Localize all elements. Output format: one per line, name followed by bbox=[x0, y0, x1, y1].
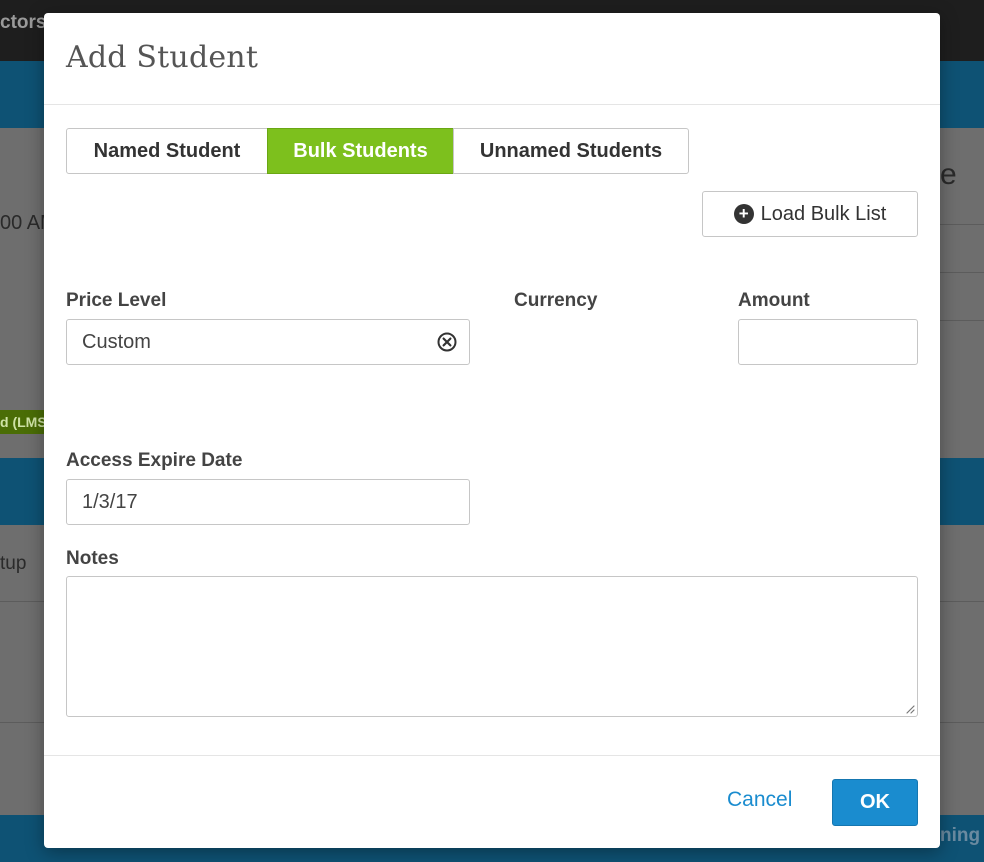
status-badge: d (LMS) bbox=[0, 410, 44, 434]
dialog-footer: Cancel OK bbox=[44, 755, 940, 849]
access-expire-date-value: 1/3/17 bbox=[82, 490, 138, 513]
load-bulk-list-label: Load Bulk List bbox=[760, 202, 887, 225]
footer-text: ning bbox=[940, 825, 981, 846]
setup-text: tup bbox=[0, 553, 27, 574]
divider bbox=[940, 272, 984, 273]
divider bbox=[940, 224, 984, 225]
dialog-title: Add Student bbox=[66, 40, 259, 75]
notes-label: Notes bbox=[66, 548, 119, 569]
nav-item-text: ctors bbox=[0, 12, 47, 33]
price-level-select[interactable]: Custom bbox=[66, 319, 470, 365]
access-expire-date-label: Access Expire Date bbox=[66, 450, 243, 471]
cancel-button[interactable]: Cancel bbox=[727, 788, 792, 812]
right-heading-fragment: e bbox=[940, 158, 957, 191]
amount-input[interactable] bbox=[738, 319, 918, 365]
tab-unnamed-students[interactable]: Unnamed Students bbox=[453, 128, 689, 174]
price-level-value: Custom bbox=[82, 330, 151, 353]
notes-textarea[interactable] bbox=[66, 576, 918, 717]
resize-grip-icon[interactable] bbox=[905, 704, 915, 714]
divider bbox=[940, 320, 984, 321]
tab-named-student[interactable]: Named Student bbox=[66, 128, 268, 174]
tab-bulk-students[interactable]: Bulk Students bbox=[267, 128, 454, 174]
price-level-label: Price Level bbox=[66, 290, 167, 311]
plus-circle-icon: + bbox=[733, 204, 754, 224]
ok-button[interactable]: OK bbox=[832, 779, 918, 826]
dialog-header: Add Student bbox=[44, 13, 940, 105]
load-bulk-list-button[interactable]: + Load Bulk List bbox=[702, 191, 918, 237]
currency-label: Currency bbox=[514, 290, 598, 311]
student-type-tabs: Named Student Bulk Students Unnamed Stud… bbox=[66, 128, 689, 174]
add-student-dialog: Add Student Named Student Bulk Students … bbox=[44, 13, 940, 848]
amount-label: Amount bbox=[738, 290, 810, 311]
access-expire-date-input[interactable]: 1/3/17 bbox=[66, 479, 470, 525]
clear-circle-icon[interactable] bbox=[437, 332, 457, 352]
